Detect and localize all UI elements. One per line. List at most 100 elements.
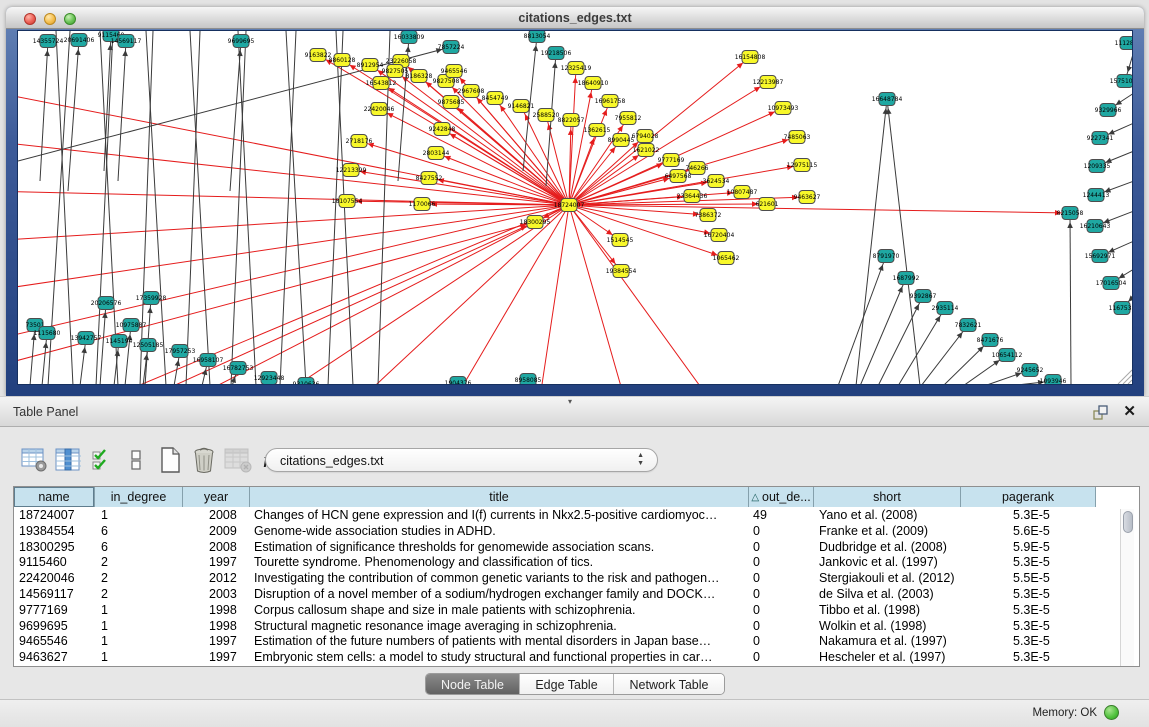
graph-node-19218506[interactable]: 19218506 <box>541 47 572 60</box>
graph-node-1244413[interactable]: 1244413 <box>1083 189 1110 202</box>
resize-grip-icon[interactable] <box>1118 370 1132 384</box>
delete-table-icon[interactable] <box>224 446 252 474</box>
new-document-icon[interactable] <box>156 446 184 474</box>
graph-node-9163822[interactable]: 9163822 <box>305 49 332 62</box>
graph-node-8860128[interactable]: 8860128 <box>329 54 356 67</box>
graph-node-1362615[interactable]: 1362615 <box>584 124 611 137</box>
table-vertical-scrollbar[interactable] <box>1120 509 1134 666</box>
graph-node-12213987[interactable]: 12213987 <box>753 76 784 89</box>
tab-network-table[interactable]: Network Table <box>614 674 724 695</box>
graph-node-9329966[interactable]: 9329966 <box>1095 104 1122 117</box>
unselect-all-icon[interactable] <box>122 446 150 474</box>
graph-node-16961758[interactable]: 16961758 <box>595 95 626 108</box>
graph-node-1093946[interactable]: 1093946 <box>1040 375 1067 386</box>
table-settings-icon[interactable] <box>20 446 48 474</box>
graph-node-12505185[interactable]: 12505185 <box>133 339 164 352</box>
graph-node-10807487[interactable]: 10807487 <box>727 186 758 199</box>
graph-node-7485063[interactable]: 7485063 <box>784 131 811 144</box>
table-row[interactable]: 1872400712008Changes of HCN gene express… <box>14 508 1139 524</box>
graph-node-3624534[interactable]: 3624534 <box>703 175 730 188</box>
graph-node-8822057[interactable]: 8822057 <box>558 114 585 127</box>
graph-node-9245652[interactable]: 9245652 <box>1017 364 1044 377</box>
scrollbar-thumb[interactable] <box>1123 511 1133 533</box>
graph-node-8912954[interactable]: 8912954 <box>357 59 384 72</box>
graph-node-8427552[interactable]: 8427552 <box>416 172 443 185</box>
float-window-icon[interactable] <box>1092 404 1109 421</box>
graph-node-9392867[interactable]: 9392867 <box>910 290 937 303</box>
graph-node-20691406[interactable]: 20691406 <box>64 34 95 47</box>
graph-node-8958085[interactable]: 8958085 <box>515 374 542 386</box>
tab-edge-table[interactable]: Edge Table <box>520 674 614 695</box>
delete-icon[interactable] <box>190 446 218 474</box>
column-header-short[interactable]: short <box>814 487 961 507</box>
graph-node-7857224[interactable]: 7857224 <box>438 41 465 54</box>
column-header-name[interactable]: name <box>14 487 95 507</box>
table-row[interactable]: 2242004622012Investigating the contribut… <box>14 571 1139 587</box>
table-row[interactable]: 977716911998Corpus callosum shape and si… <box>14 603 1139 619</box>
table-row[interactable]: 911546021997Tourette syndrome. Phenomeno… <box>14 555 1139 571</box>
graph-node-1170066[interactable]: 1170066 <box>409 198 436 211</box>
graph-node-9463627[interactable]: 9463627 <box>794 191 821 204</box>
select-all-icon[interactable] <box>88 446 116 474</box>
graph-node-621601[interactable]: 621601 <box>756 198 779 211</box>
graph-node-8791970[interactable]: 8791970 <box>873 250 900 263</box>
graph-node-2935114[interactable]: 2935114 <box>932 302 959 315</box>
graph-node-10654112[interactable]: 10654112 <box>992 349 1023 362</box>
graph-node-18640910[interactable]: 18640910 <box>578 77 609 90</box>
graph-node-1167532[interactable]: 1167532 <box>1109 302 1133 315</box>
column-header-in_degree[interactable]: in_degree <box>95 487 183 507</box>
column-header-year[interactable]: year <box>183 487 250 507</box>
graph-node-7386372[interactable]: 7386372 <box>695 209 722 222</box>
graph-node-13942757[interactable]: 13942757 <box>71 332 102 345</box>
table-row[interactable]: 1456911722003Disruption of a novel membe… <box>14 587 1139 603</box>
column-header-pagerank[interactable]: pagerank <box>961 487 1096 507</box>
splitter-handle-icon[interactable]: ▾ <box>568 397 572 406</box>
tab-node-table[interactable]: Node Table <box>426 674 520 695</box>
graph-node-1065462[interactable]: 1065462 <box>713 252 740 265</box>
close-icon[interactable]: ✕ <box>1123 402 1136 420</box>
graph-node-1112847[interactable]: 1112847 <box>1115 37 1133 50</box>
graph-node-9310636[interactable]: 9310636 <box>293 378 320 386</box>
graph-node-8990445[interactable]: 8990445 <box>608 134 635 147</box>
graph-node-2803144[interactable]: 2803144 <box>423 147 450 160</box>
graph-node-12975115[interactable]: 12975115 <box>787 159 818 172</box>
graph-node-8813054[interactable]: 8813054 <box>524 31 551 43</box>
graph-node-8454749[interactable]: 8454749 <box>482 92 509 105</box>
graph-node-17359928[interactable]: 17359928 <box>136 292 167 305</box>
column-header-title[interactable]: title <box>250 487 749 507</box>
graph-node-2588520[interactable]: 2588520 <box>533 109 560 122</box>
graph-node-6794028[interactable]: 6794028 <box>632 130 659 143</box>
graph-node-16720404[interactable]: 16720404 <box>704 229 735 242</box>
graph-node-8186328[interactable]: 8186328 <box>406 70 433 83</box>
memory-status-icon[interactable] <box>1104 705 1119 720</box>
graph-node-12325419[interactable]: 12325419 <box>561 62 592 75</box>
graph-node-7832621[interactable]: 7832621 <box>955 319 982 332</box>
graph-node-16958107[interactable]: 16958107 <box>193 354 224 367</box>
show-column-icon[interactable] <box>54 446 82 474</box>
graph-node-17016504[interactable]: 17016504 <box>1096 277 1127 290</box>
graph-node-16033809[interactable]: 16033809 <box>394 31 425 44</box>
graph-node-8215058[interactable]: 8215058 <box>1057 207 1084 220</box>
graph-node-16782753[interactable]: 16782753 <box>223 362 254 375</box>
graph-node-2718176[interactable]: 2718176 <box>346 135 373 148</box>
graph-node-15751074[interactable]: 15751074 <box>1110 75 1133 88</box>
window-titlebar[interactable]: citations_edges.txt <box>6 7 1144 29</box>
table-row[interactable]: 969969511998Structural magnetic resonanc… <box>14 619 1139 635</box>
graph-node-19384554[interactable]: 19384554 <box>606 265 637 278</box>
graph-node-1687992[interactable]: 1687992 <box>893 272 920 285</box>
column-header-out_de[interactable]: △out_de... <box>749 487 814 507</box>
graph-node-16648784[interactable]: 16648784 <box>872 93 903 106</box>
network-canvas[interactable]: 1872400718300295193845541514545181075541… <box>17 30 1133 385</box>
graph-node-2967608[interactable]: 2967608 <box>458 85 485 98</box>
table-selector-dropdown[interactable]: citations_edges.txt ▲▼ <box>265 448 658 472</box>
table-row[interactable]: 1938455462009Genome-wide association stu… <box>14 524 1139 540</box>
table-row[interactable]: 946362711997Embryonic stem cells: a mode… <box>14 650 1139 666</box>
graph-node-14355724[interactable]: 14355724 <box>33 35 64 48</box>
graph-node-1514545[interactable]: 1514545 <box>607 234 634 247</box>
graph-node-17957253[interactable]: 17957253 <box>165 345 196 358</box>
graph-node-7955812[interactable]: 7955812 <box>615 112 642 125</box>
graph-node-16154808[interactable]: 16154808 <box>735 51 766 64</box>
graph-node-20206576[interactable]: 20206576 <box>91 297 122 310</box>
graph-node-8471676[interactable]: 8471676 <box>977 334 1004 347</box>
graph-node-9242848[interactable]: 9242848 <box>429 123 456 136</box>
